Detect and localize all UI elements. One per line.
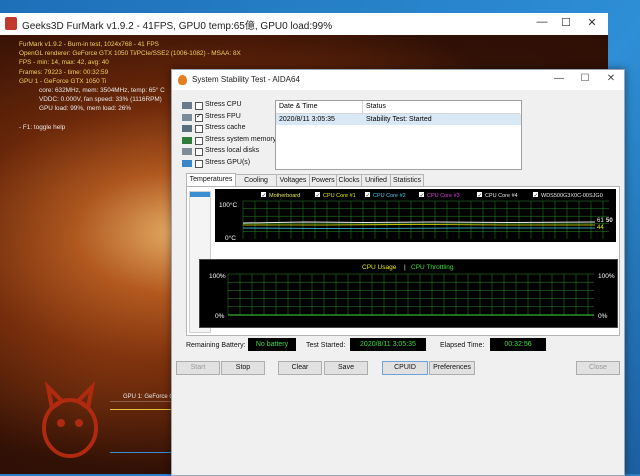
save-button[interactable]: Save (324, 361, 368, 375)
legend-entry[interactable]: ✓ CPU Core #4 (477, 192, 518, 199)
battery-value: No battery (248, 338, 296, 351)
stress-option-label: Stress cache (205, 124, 246, 132)
row-date: 2020/8/11 3:05:35 (279, 116, 335, 123)
maximize-icon[interactable]: ☐ (556, 16, 576, 29)
cpu-icon (182, 102, 192, 109)
usage-axis-bottom-left: 0% (215, 313, 225, 320)
legend-label: CPU Core #4 (485, 193, 518, 199)
stress-option-label: Stress local disks (205, 147, 260, 155)
close-button[interactable]: Close (576, 361, 620, 375)
legend-check-icon: ✓ (366, 193, 371, 199)
aida-window: System Stability Test - AIDA64 — ☐ ✕ Str… (171, 69, 625, 476)
disk-icon (182, 148, 192, 156)
usage-title-throttle: CPU Throttling (411, 264, 454, 271)
osd-line: OpenGL renderer: GeForce GTX 1050 Ti/PCI… (19, 50, 241, 58)
close-icon[interactable]: ✕ (582, 16, 602, 29)
maximize-icon[interactable]: ☐ (576, 73, 594, 84)
preferences-button[interactable]: Preferences (429, 361, 475, 375)
memory-icon (182, 136, 192, 144)
legend-check-icon: ✓ (262, 193, 267, 199)
fpu-icon (182, 113, 192, 121)
status-bar: Remaining Battery: No battery Test Start… (186, 338, 618, 356)
cpuid-button[interactable]: CPUID (382, 361, 428, 375)
legend-label: CPU Core #2 (373, 193, 406, 199)
osd-line: FurMark v1.9.2 - Burn-in test, 1024x768 … (19, 41, 159, 48)
temperature-graph: ✓ Motherboard ✓ CPU Core #1 ✓ CPU Core #2 ✓ CPU… (215, 189, 616, 242)
aida-title: System Stability Test - AIDA64 (192, 75, 300, 84)
sensor-selected (190, 192, 210, 197)
elapsed-value: 00:32:56 (490, 338, 546, 351)
elapsed-label: Elapsed Time: (440, 342, 485, 349)
usage-axis-top-right: 100% (598, 273, 615, 280)
close-icon[interactable]: ✕ (602, 73, 620, 84)
legend-label: Motherboard (269, 193, 300, 199)
temp-line-ssd (242, 227, 595, 229)
temp-legend: ✓ Motherboard ✓ CPU Core #1 ✓ CPU Core #2 ✓ CPU… (261, 192, 603, 199)
test-started-label: Test Started: (306, 342, 346, 349)
stress-option-label: Stress CPU (205, 101, 242, 108)
temp-axis-top: 100°C (219, 201, 237, 209)
furmark-fur-logo-icon (42, 380, 98, 458)
stress-option-label: Stress system memory (205, 135, 277, 143)
furmark-titlebar[interactable]: Geeks3D FurMark v1.9.2 - 41FPS, GPU0 tem… (0, 13, 608, 36)
button-bar: Start Stop Clear Save CPUID Preferences … (172, 358, 624, 378)
clear-button[interactable]: Clear (278, 361, 322, 375)
table-row[interactable]: 2020/8/11 3:05:35 Stability Test: Starte… (276, 114, 521, 125)
legend-label: CPU Core #1 (323, 193, 356, 199)
log-table[interactable]: Date & Time Status 2020/8/11 3:05:35 Sta… (275, 100, 522, 170)
start-button[interactable]: Start (176, 361, 220, 375)
legend-check-icon: ✓ (534, 193, 539, 199)
legend-entry[interactable]: ✓ CPU Core #2 (365, 192, 406, 199)
cpu-usage-graph: CPU Usage | CPU Throttling 100% 0% 100% … (199, 259, 618, 328)
legend-entry[interactable]: ✓ CPU Core #3 (419, 192, 460, 199)
legend-entry[interactable]: ✓ CPU Core #1 (315, 192, 356, 199)
tab-panel: ✓ Motherboard ✓ CPU Core #1 ✓ CPU Core #2 ✓ CPU… (186, 186, 620, 336)
minimize-icon[interactable]: — (532, 16, 552, 28)
stop-button[interactable]: Stop (221, 361, 265, 375)
cache-icon (182, 125, 192, 133)
gpu-icon (182, 159, 192, 167)
temp-line-mb (243, 224, 595, 226)
aida-titlebar[interactable]: System Stability Test - AIDA64 — ☐ ✕ (172, 70, 624, 90)
usage-axis-top-left: 100% (209, 273, 226, 280)
stress-option-label: Stress GPU(s) (205, 158, 251, 166)
aida-fire-icon (178, 75, 187, 85)
legend-entry[interactable]: ✓ WDS500G3X0C-00SJG0 (533, 192, 603, 199)
temp-value-a: 61 (597, 218, 604, 224)
usage-axis-bottom-right: 0% (598, 313, 608, 320)
legend-check-icon: ✓ (478, 193, 483, 199)
minimize-icon[interactable]: — (550, 73, 568, 84)
test-started-value: 2020/8/11 3:05:35 (350, 338, 426, 351)
tab-temperatures[interactable]: Temperatures (186, 173, 236, 187)
legend-check-icon: ✓ (316, 193, 321, 199)
furmark-logo-icon (5, 17, 17, 30)
stress-checkbox[interactable] (195, 125, 203, 134)
stress-checkbox[interactable] (195, 102, 203, 110)
legend-label: CPU Core #3 (427, 193, 460, 199)
furmark-title: Geeks3D FurMark v1.9.2 - 41FPS, GPU0 tem… (22, 21, 333, 32)
temp-value-c: 44 (597, 225, 604, 231)
row-status: Stability Test: Started (366, 116, 432, 123)
usage-title-separator: | (404, 264, 406, 271)
osd-line: FPS - min: 14, max: 42, avg: 40 (19, 59, 109, 67)
battery-label: Remaining Battery: (186, 342, 246, 349)
usage-grid (227, 273, 594, 316)
temp-axis-bottom: 0°C (225, 234, 236, 242)
usage-title-cpu: CPU Usage (362, 264, 397, 271)
legend-check-icon: ✓ (420, 193, 425, 199)
column-date-time[interactable]: Date & Time (276, 101, 363, 114)
temp-value-b: 50 (606, 218, 613, 224)
legend-label: WDS500G3X0C-00SJG0 (541, 193, 603, 199)
temp-grid (242, 200, 609, 239)
column-status[interactable]: Status (363, 101, 520, 114)
stress-option-label: Stress FPU (205, 112, 241, 120)
stress-checkbox[interactable] (195, 159, 203, 168)
temp-line-core (242, 221, 596, 224)
stress-checkbox[interactable] (195, 112, 203, 122)
stress-checkbox[interactable] (195, 136, 203, 145)
stress-checkbox[interactable] (195, 148, 203, 157)
legend-entry[interactable]: ✓ Motherboard (261, 192, 300, 199)
